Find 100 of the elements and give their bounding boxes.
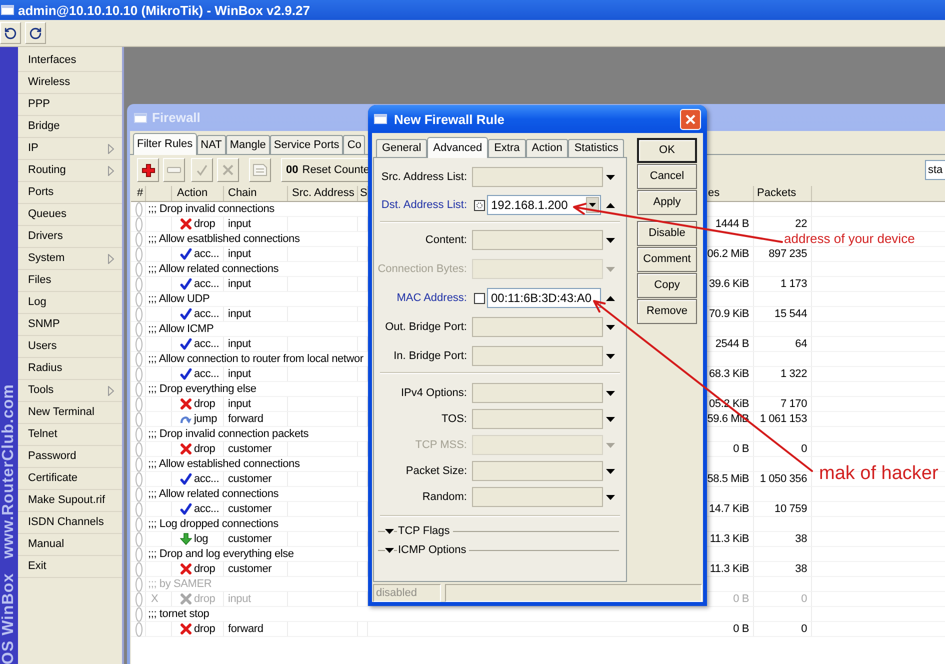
input-field[interactable] bbox=[472, 487, 603, 507]
comment-text: ;;; Allow connection to router from local networ bbox=[147, 352, 364, 366]
banner-text: OS WinBox bbox=[0, 572, 18, 664]
undo-button[interactable] bbox=[0, 22, 21, 44]
dialog-button[interactable]: Disable bbox=[637, 221, 697, 246]
window-icon bbox=[1, 5, 14, 15]
caret-down-icon[interactable] bbox=[606, 468, 615, 474]
tab[interactable]: Extra bbox=[488, 139, 526, 157]
caret-down-icon[interactable] bbox=[606, 354, 615, 358]
column-header[interactable]: Src. Address bbox=[288, 186, 358, 201]
input-field[interactable] bbox=[472, 346, 603, 366]
column-header[interactable]: Action bbox=[172, 186, 224, 201]
chain-text: input bbox=[228, 338, 251, 350]
dialog-button[interactable]: Comment bbox=[637, 247, 697, 272]
chain-text: input bbox=[228, 248, 251, 260]
action-text: drop bbox=[194, 442, 216, 456]
comment-text: ;;; Drop everything else bbox=[147, 382, 258, 396]
caret-down-icon[interactable] bbox=[606, 416, 615, 422]
input-field[interactable] bbox=[472, 409, 603, 429]
chain-text: input bbox=[228, 218, 251, 230]
redo-icon bbox=[29, 26, 42, 40]
comment-text: ;;; Allow related connections bbox=[147, 262, 280, 276]
action-text: acc... bbox=[194, 307, 220, 321]
caret-up-icon[interactable] bbox=[606, 296, 615, 300]
close-button[interactable] bbox=[680, 108, 701, 130]
column-header[interactable]: Packets bbox=[754, 186, 812, 201]
comment-text: ;;; Drop invalid connections bbox=[147, 202, 276, 216]
column-header[interactable]: # bbox=[131, 186, 146, 201]
field-label: Src. Address List: bbox=[380, 172, 467, 182]
window-title: Firewall bbox=[152, 111, 200, 124]
minus-icon bbox=[167, 167, 181, 173]
field-label: TCP MSS: bbox=[414, 440, 467, 450]
input-field[interactable]: 00:11:6B:3D:43:A0 bbox=[487, 288, 601, 308]
caret-down-icon[interactable] bbox=[606, 390, 615, 396]
tab[interactable]: NAT bbox=[196, 135, 226, 154]
packets-text: 0 bbox=[801, 623, 807, 635]
field-label: TOS: bbox=[440, 414, 467, 424]
field-label: Dst. Address List: bbox=[380, 200, 467, 210]
bytes-text: 2544 B bbox=[715, 338, 749, 350]
filter-field[interactable]: sta bbox=[925, 160, 945, 180]
combo-field[interactable]: 192.168.1.200 bbox=[487, 195, 601, 215]
caret-down-icon[interactable] bbox=[606, 174, 615, 180]
dialog-button[interactable]: Remove bbox=[637, 299, 697, 324]
tab[interactable]: Statistics bbox=[568, 139, 624, 157]
bytes-text: 58.5 MiB bbox=[707, 473, 749, 485]
tab[interactable]: Action bbox=[526, 139, 568, 157]
dialog-button[interactable]: Copy bbox=[637, 273, 697, 298]
comment-text: ;;; tornet stop bbox=[147, 607, 210, 621]
chain-text: customer bbox=[228, 533, 272, 545]
bytes-text: 1444 B bbox=[715, 218, 749, 230]
bytes-text: 11.3 KiB bbox=[710, 563, 749, 575]
input-field[interactable] bbox=[472, 461, 603, 481]
action-text: acc... bbox=[194, 367, 220, 381]
comment-text: ;;; Allow UDP bbox=[147, 292, 211, 306]
tab[interactable]: General bbox=[376, 139, 428, 157]
input-field[interactable] bbox=[472, 167, 603, 187]
add-button[interactable] bbox=[137, 158, 159, 182]
action-text: jump bbox=[194, 412, 218, 426]
packets-text: 1 173 bbox=[780, 278, 807, 290]
window-icon bbox=[374, 114, 387, 124]
dialog-button[interactable]: Apply bbox=[637, 190, 697, 215]
action-text: acc... bbox=[194, 502, 220, 516]
comment-text: ;;; Allow related connections bbox=[147, 487, 280, 501]
caret-down-icon[interactable] bbox=[606, 324, 615, 330]
action-text: acc... bbox=[194, 472, 220, 486]
chain-text: input bbox=[228, 278, 251, 290]
negate-checkbox[interactable] bbox=[474, 292, 485, 304]
packets-text: 0 bbox=[801, 443, 807, 455]
tab[interactable]: Filter Rules bbox=[133, 133, 197, 155]
input-field[interactable] bbox=[472, 230, 603, 250]
caret-down-icon[interactable] bbox=[606, 238, 615, 242]
caret-down-icon[interactable] bbox=[606, 494, 615, 500]
field-label: Content: bbox=[424, 234, 467, 246]
redo-button[interactable] bbox=[25, 22, 46, 44]
field-label: Random: bbox=[421, 492, 467, 502]
tab[interactable]: Advanced bbox=[427, 137, 488, 158]
dialog-button[interactable]: OK bbox=[637, 138, 697, 163]
comment-text: ;;; Allow established connections bbox=[147, 457, 301, 471]
action-text: drop bbox=[194, 592, 216, 606]
tab[interactable]: Mangle bbox=[226, 135, 270, 154]
annotation-text: address of your device bbox=[784, 232, 915, 245]
bytes-text: 68.3 KiB bbox=[709, 368, 749, 380]
section-toggle[interactable]: TCP Flags bbox=[378, 526, 450, 537]
chain-text: input bbox=[228, 593, 251, 605]
packets-text: 10 759 bbox=[774, 503, 807, 515]
close-icon bbox=[685, 114, 696, 124]
action-text: drop bbox=[194, 562, 216, 576]
column-header[interactable]: Chain bbox=[224, 186, 288, 201]
packets-text: 15 544 bbox=[774, 308, 807, 320]
section-toggle[interactable]: ICMP Options bbox=[378, 545, 466, 556]
chain-text: forward bbox=[228, 413, 264, 425]
chain-text: customer bbox=[228, 563, 272, 575]
dialog-button[interactable]: Cancel bbox=[637, 164, 697, 189]
tab[interactable]: Co bbox=[343, 135, 366, 154]
tab[interactable]: Service Ports bbox=[270, 135, 344, 154]
input-field[interactable] bbox=[472, 383, 603, 403]
packets-text: 897 235 bbox=[768, 248, 807, 260]
field-label: Connection Bytes: bbox=[376, 264, 467, 274]
negate-checkbox[interactable] bbox=[474, 200, 485, 210]
input-field[interactable] bbox=[472, 317, 603, 337]
